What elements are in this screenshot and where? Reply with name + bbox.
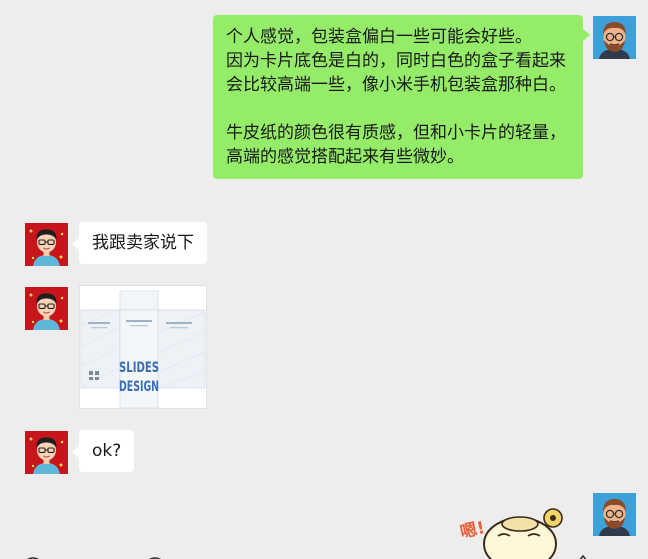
message-paragraph: 牛皮纸的颜色很有质感，但和小卡片的轻量，高端的感觉搭配起来有些微妙。 (226, 123, 566, 167)
message-paragraph: 因为卡片底色是白的，同时白色的盒子看起来会比较高端一些，像小米手机包装盒那种白。 (226, 51, 566, 95)
contact-message-bubble[interactable]: ok? (79, 430, 135, 472)
contact-bubble-tail (72, 238, 79, 250)
image-message[interactable]: SLIDES DESIGN (79, 285, 207, 409)
contact-avatar[interactable] (25, 223, 68, 266)
contact-bubble-tail (72, 446, 79, 458)
message-text: ok? (92, 441, 122, 461)
my-avatar[interactable] (593, 16, 636, 59)
image-text-line: DESIGN (119, 379, 159, 395)
my-message-bubble[interactable]: 个人感觉，包装盒偏白一些可能会好些。 因为卡片底色是白的，同时白色的盒子看起来会… (213, 15, 583, 179)
image-text-line: SLIDES (119, 360, 159, 376)
input-toolbar (0, 548, 648, 559)
contact-message-bubble[interactable]: 我跟卖家说下 (79, 222, 207, 264)
my-bubble-tail (583, 29, 590, 41)
contact-avatar[interactable] (25, 431, 68, 474)
message-paragraph: 个人感觉，包装盒偏白一些可能会好些。 (226, 27, 532, 47)
my-avatar[interactable] (593, 493, 636, 536)
sticker-text: 嗯! (458, 518, 486, 543)
contact-avatar[interactable] (25, 287, 68, 330)
message-text: 我跟卖家说下 (92, 233, 194, 253)
